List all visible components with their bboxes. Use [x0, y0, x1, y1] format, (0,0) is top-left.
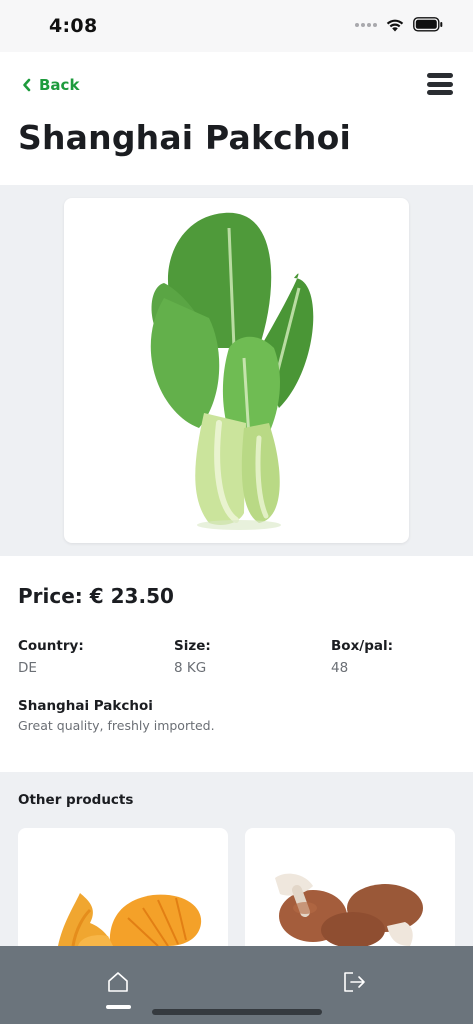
spec-value: DE [18, 660, 37, 676]
product-image-section [0, 185, 473, 556]
page-title: Shanghai Pakchoi [18, 118, 351, 157]
product-image-card [64, 198, 409, 543]
pakchoi-image [150, 212, 314, 530]
active-tab-indicator [106, 1005, 131, 1009]
spec-country: Country: DE [18, 638, 84, 676]
other-products-title: Other products [18, 792, 134, 808]
status-icons [355, 17, 443, 32]
logout-icon [344, 972, 365, 992]
spec-label: Size: [174, 638, 211, 654]
product-description: Great quality, freshly imported. [18, 718, 215, 733]
battery-icon [413, 17, 443, 32]
product-price: Price: € 23.50 [18, 584, 174, 608]
product-details: Price: € 23.50 Country: DE Size: 8 KG Bo… [0, 556, 473, 772]
tab-home[interactable] [98, 970, 138, 1010]
home-indicator[interactable] [152, 1009, 322, 1015]
status-bar: 4:08 [0, 0, 473, 52]
back-label: Back [39, 76, 80, 94]
spec-size: Size: 8 KG [174, 638, 211, 676]
status-time: 4:08 [49, 15, 98, 37]
wifi-icon [386, 19, 404, 31]
spec-label: Box/pal: [331, 638, 394, 654]
menu-icon[interactable] [427, 72, 453, 96]
back-button[interactable]: Back [22, 76, 79, 94]
header: Back Shanghai Pakchoi [0, 52, 473, 185]
spec-box-per-pallet: Box/pal: 48 [331, 638, 393, 676]
product-name: Shanghai Pakchoi [18, 698, 153, 714]
cellular-signal-icon [355, 22, 377, 27]
tab-logout[interactable] [334, 970, 374, 1010]
chevron-left-icon [23, 78, 31, 92]
spec-label: Country: [18, 638, 84, 654]
spec-value: 48 [331, 660, 349, 676]
spec-value: 8 KG [174, 660, 207, 676]
home-icon [108, 972, 128, 992]
